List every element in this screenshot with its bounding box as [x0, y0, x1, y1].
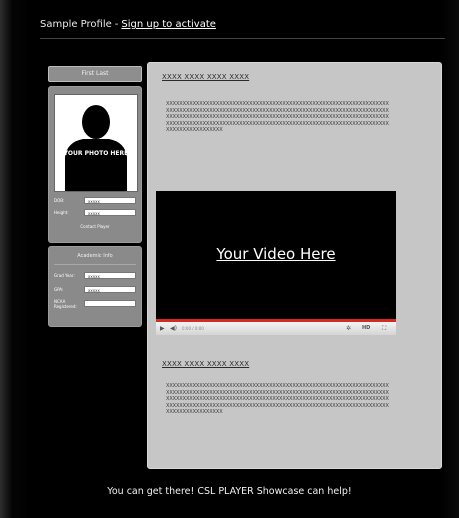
volume-icon[interactable]: ◀) — [170, 324, 177, 333]
title-separator: - — [114, 19, 119, 30]
silhouette-icon — [65, 105, 127, 191]
height-row: Height: xxxxx — [54, 208, 138, 217]
academic-title: Academic Info — [77, 253, 113, 259]
gpa-label: GPA: — [54, 287, 64, 292]
ncaa-field[interactable] — [84, 300, 136, 307]
section-body-1: XXXXXXXXXXXXXXXXXXXXXXXXXXXXXXXXXXXXXXXX… — [166, 101, 389, 133]
height-field[interactable]: xxxxx — [84, 209, 136, 216]
top-bar: Sample Profile - Sign up to activate — [40, 15, 216, 35]
photo-label: YOUR PHOTO HERE — [63, 150, 129, 157]
dob-label: DOB: — [54, 198, 65, 203]
video-player[interactable]: Your Video Here ▶ ◀) 0:00 / 0:00 ✲ HD ⛶ — [156, 191, 396, 335]
section-heading-1: XXXX XXXX XXXX XXXX — [162, 73, 250, 81]
hd-icon[interactable]: HD — [362, 324, 370, 333]
section-heading-2: XXXX XXXX XXXX XXXX — [162, 360, 250, 368]
page-title: Sample Profile — [40, 19, 112, 30]
academic-divider — [54, 264, 136, 265]
video-title: Your Video Here — [216, 245, 336, 263]
ncaa-row: NCAA Registered: — [54, 299, 138, 311]
video-controls: ▶ ◀) 0:00 / 0:00 ✲ HD ⛶ — [156, 322, 396, 335]
dob-row: DOB: xxxxx — [54, 196, 138, 205]
gpa-field[interactable]: xxxxx — [84, 286, 136, 293]
photo-placeholder[interactable]: YOUR PHOTO HERE — [54, 94, 138, 192]
topbar-divider — [40, 38, 445, 39]
grad-year-label: Grad Year: — [54, 273, 75, 278]
settings-icon[interactable]: ✲ — [346, 324, 351, 333]
academic-panel: Academic Info Grad Year: xxxxx GPA: xxxx… — [48, 246, 142, 327]
video-time: 0:00 / 0:00 — [182, 326, 204, 331]
player-name: First Last — [48, 66, 142, 82]
ncaa-label: NCAA Registered: — [54, 299, 77, 309]
section-body-2: XXXXXXXXXXXXXXXXXXXXXXXXXXXXXXXXXXXXXXXX… — [166, 383, 389, 415]
footer-tagline: You can get there! CSL PLAYER Showcase c… — [107, 486, 352, 497]
main-panel: XXXX XXXX XXXX XXXX XXXXXXXXXXXXXXXXXXXX… — [147, 62, 442, 469]
grad-year-row: Grad Year: xxxxx — [54, 271, 138, 280]
fullscreen-icon[interactable]: ⛶ — [382, 324, 386, 333]
height-label: Height: — [54, 210, 69, 215]
grad-year-field[interactable]: xxxxx — [84, 272, 136, 279]
profile-panel: YOUR PHOTO HERE DOB: xxxxx Height: xxxxx… — [48, 86, 142, 243]
signup-link[interactable]: Sign up to activate — [121, 19, 216, 30]
left-edge-strip — [0, 0, 14, 518]
dob-field[interactable]: xxxxx — [84, 197, 136, 204]
play-icon[interactable]: ▶ — [160, 324, 165, 333]
contact-player-link[interactable]: Contact Player — [49, 224, 141, 229]
gpa-row: GPA: xxxxx — [54, 285, 138, 294]
